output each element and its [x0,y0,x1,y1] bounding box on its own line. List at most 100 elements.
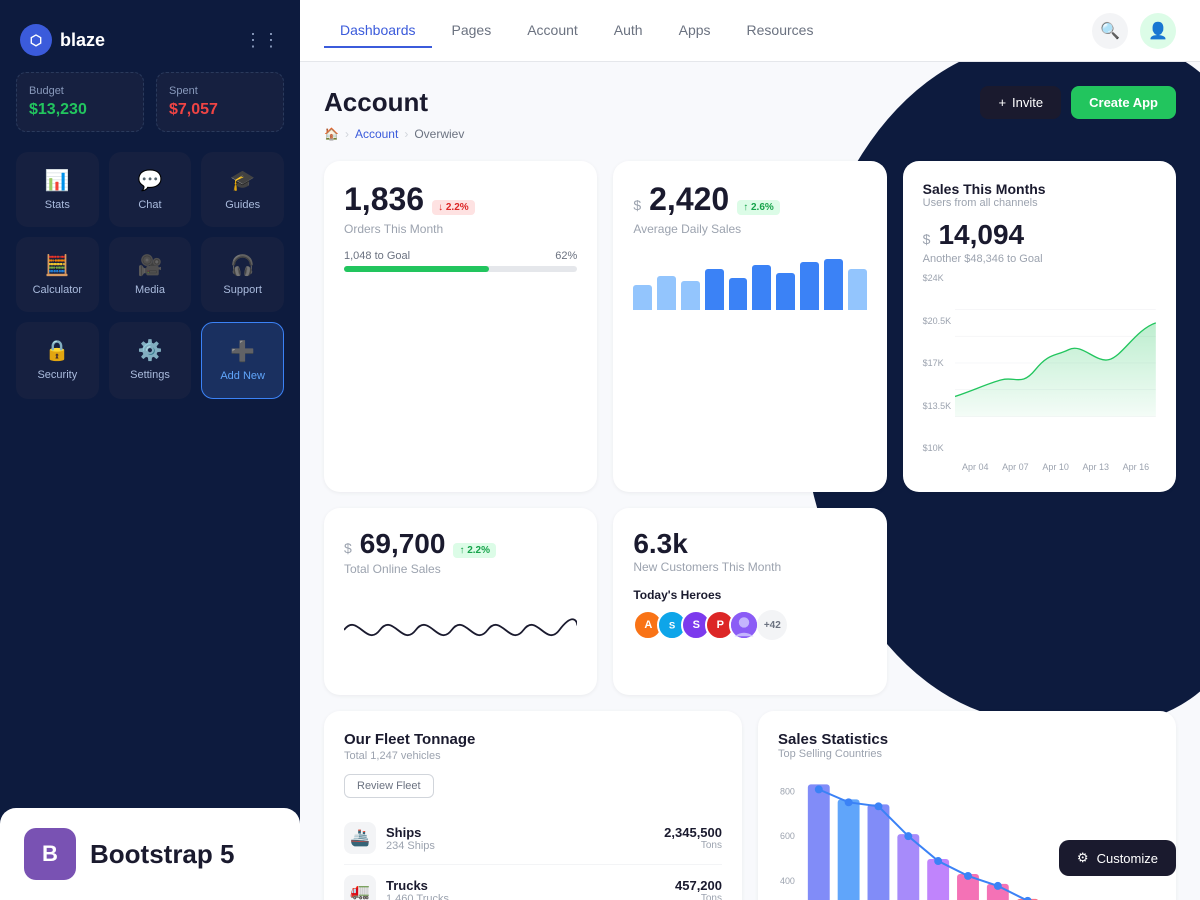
support-label: Support [223,284,262,296]
spent-label: Spent [169,85,271,97]
stats-row: 1,836 ↓ 2.2% Orders This Month 1,048 to … [324,161,1176,492]
sidebar-header: ⬡ blaze ⋮⋮ [16,16,284,72]
invite-button[interactable]: + Invite [980,86,1061,119]
orders-badge: ↓ 2.2% [432,200,475,215]
online-sales-value: 69,700 [360,528,446,560]
ships-value: 2,345,500 [664,825,722,840]
ships-count: 234 Ships [386,840,435,852]
media-label: Media [135,284,165,296]
orders-progress: 1,048 to Goal 62% [344,250,577,272]
topnav-resources[interactable]: Resources [731,14,830,48]
nav-grid: 📊 Stats 💬 Chat 🎓 Guides 🧮 Calculator 🎥 M… [16,152,284,399]
trucks-name: Trucks [386,878,449,893]
ships-name: Ships [386,825,435,840]
notification-button[interactable]: 👤 [1140,13,1176,49]
budget-card: Budget $13,230 [16,72,144,132]
sales-month-goal: Another $48,346 to Goal [923,253,1156,265]
review-fleet-button[interactable]: Review Fleet [344,774,434,798]
logo-icon: ⬡ [20,24,52,56]
orders-card: 1,836 ↓ 2.2% Orders This Month 1,048 to … [324,161,597,492]
sales-chart-container: $24K $20.5K $17K $13.5K $10K [923,273,1156,472]
sidebar-item-stats[interactable]: 📊 Stats [16,152,99,227]
menu-icon[interactable]: ⋮⋮ [244,30,280,51]
breadcrumb-account[interactable]: Account [355,127,398,141]
create-app-button[interactable]: Create App [1071,86,1176,119]
settings-icon: ⚙️ [138,338,163,363]
progress-bar-fill [344,266,489,272]
bar-10 [848,269,867,310]
bootstrap-icon: B [24,828,76,880]
fleet-card: Our Fleet Tonnage Total 1,247 vehicles R… [324,711,742,900]
budget-label: Budget [29,85,131,97]
calculator-icon: 🧮 [45,253,70,278]
sales-stats-title: Sales Statistics [778,731,1156,748]
stats-label: Stats [45,199,70,211]
add-new-icon: ➕ [230,339,255,364]
trucks-count: 1,460 Trucks [386,893,449,900]
media-icon: 🎥 [138,253,163,278]
bar-2 [657,276,676,310]
header-actions: + Invite Create App [980,86,1176,119]
customers-card: 6.3k New Customers This Month Today's He… [613,508,886,695]
breadcrumb-current: Overwiev [414,127,464,141]
chart-x-labels: Apr 04 Apr 07 Apr 10 Apr 13 Apr 16 [955,462,1156,472]
main-content: Dashboards Pages Account Auth Apps Resou… [300,0,1200,900]
topnav-apps[interactable]: Apps [663,14,727,48]
heroes-row: A S S P +42 [633,610,866,640]
sales-line-chart [955,273,1156,453]
chart-y-labels: $24K $20.5K $17K $13.5K $10K [923,273,952,453]
bar-9 [824,259,843,310]
orders-value: 1,836 [344,181,424,218]
avg-sales-value: 2,420 [649,181,729,218]
customers-label: New Customers This Month [633,560,866,574]
sidebar-item-media[interactable]: 🎥 Media [109,237,192,312]
topnav-pages[interactable]: Pages [436,14,508,48]
sales-month-value: 14,094 [938,219,1024,251]
sales-month-card: Sales This Months Users from all channel… [903,161,1176,492]
online-sales-prefix: $ [344,540,352,556]
sidebar-item-support[interactable]: 🎧 Support [201,237,284,312]
online-sales-badge: ↑ 2.2% [453,543,496,558]
bar-5 [729,278,748,310]
breadcrumb-home-icon: 🏠 [324,127,339,141]
topnav-dashboards[interactable]: Dashboards [324,14,432,48]
search-button[interactable]: 🔍 [1092,13,1128,49]
topnav-right: 🔍 👤 [1092,13,1176,49]
bottom-row: Our Fleet Tonnage Total 1,247 vehicles R… [324,711,1176,900]
topnav-auth[interactable]: Auth [598,14,659,48]
logo-area: ⬡ blaze [20,24,105,56]
sidebar-item-chat[interactable]: 💬 Chat [109,152,192,227]
heroes-title: Today's Heroes [633,588,866,602]
spent-value: $7,057 [169,101,271,119]
content-area: Account + Invite Create App 🏠 › Account … [300,62,1200,900]
svg-text:S: S [669,620,675,631]
svg-text:800: 800 [780,786,795,796]
fleet-row-ships: 🚢 Ships 234 Ships 2,345,500 Tons [344,812,722,865]
bar-6 [752,265,771,310]
chart-spacer [903,508,1176,695]
content-inner: Account + Invite Create App 🏠 › Account … [324,86,1176,900]
avg-sales-label: Average Daily Sales [633,222,866,236]
hero-5 [729,610,759,640]
online-sales-label: Total Online Sales [344,562,577,576]
sidebar: ⬡ blaze ⋮⋮ Budget $13,230 Spent $7,057 📊… [0,0,300,900]
trucks-value: 457,200 [675,878,722,893]
sales-chart-area: Apr 04 Apr 07 Apr 10 Apr 13 Apr 16 [955,273,1156,472]
sales-month-title: Sales This Months [923,181,1156,197]
customize-button[interactable]: ⚙ Customize [1059,840,1176,876]
second-row: $ 69,700 ↑ 2.2% Total Online Sales 6.3k [324,508,1176,695]
sidebar-item-add-new[interactable]: ➕ Add New [201,322,284,399]
bar-1 [633,285,652,310]
sidebar-item-settings[interactable]: ⚙️ Settings [109,322,192,399]
bootstrap-badge: B Bootstrap 5 [0,808,300,900]
page-header: Account + Invite Create App [324,86,1176,119]
stats-icon: 📊 [45,168,70,193]
sidebar-item-security[interactable]: 🔒 Security [16,322,99,399]
settings-label: Settings [130,369,170,381]
hero-count: +42 [757,610,787,640]
svg-text:600: 600 [780,831,795,841]
customize-icon: ⚙ [1077,850,1089,866]
sidebar-item-guides[interactable]: 🎓 Guides [201,152,284,227]
sidebar-item-calculator[interactable]: 🧮 Calculator [16,237,99,312]
topnav-account[interactable]: Account [511,14,594,48]
